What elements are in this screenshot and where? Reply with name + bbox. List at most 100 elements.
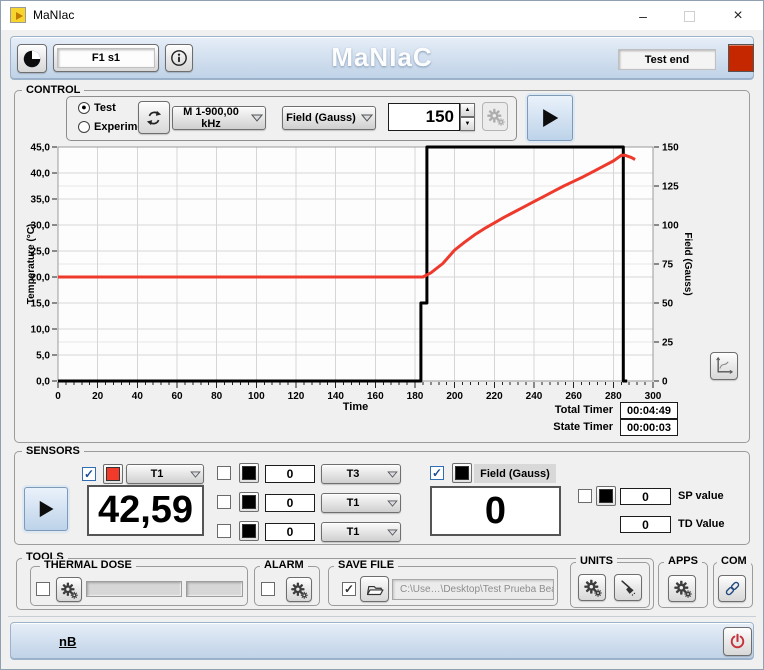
sensor2-color-swatch[interactable] xyxy=(239,463,259,483)
contrast-mode-button[interactable] xyxy=(17,44,47,73)
svg-text:200: 200 xyxy=(446,391,463,402)
sensor1-color-swatch[interactable] xyxy=(103,464,123,484)
units-settings-button[interactable] xyxy=(578,574,606,601)
svg-text:180: 180 xyxy=(407,391,424,402)
field-color-swatch[interactable] xyxy=(452,463,472,483)
svg-text:40: 40 xyxy=(132,391,144,402)
sensors-group-label: SENSORS xyxy=(22,445,84,457)
maximize-icon xyxy=(683,10,695,22)
save-file-label: SAVE FILE xyxy=(334,559,399,571)
apps-settings-button[interactable] xyxy=(668,575,696,602)
svg-text:100: 100 xyxy=(662,221,679,232)
minimize-button[interactable]: – xyxy=(620,1,666,31)
svg-text:Field (Gauss): Field (Gauss) xyxy=(682,232,693,295)
svg-text:125: 125 xyxy=(662,182,679,193)
control-group-label: CONTROL xyxy=(22,84,85,96)
thermal-dose-checkbox[interactable] xyxy=(36,582,50,596)
svg-text:300: 300 xyxy=(645,391,662,402)
sensor2-value-display: 0 xyxy=(265,465,315,483)
svg-text:80: 80 xyxy=(211,391,223,402)
com-link-button[interactable] xyxy=(718,575,746,602)
radio-test[interactable]: ● xyxy=(78,102,90,114)
start-test-button[interactable] xyxy=(527,95,573,141)
cycle-icon xyxy=(146,110,162,125)
application-window: MaNIac – × MaNIaC F1 s1 Test end CONTROL… xyxy=(0,0,764,670)
info-button[interactable] xyxy=(165,44,193,72)
svg-text:35,0: 35,0 xyxy=(31,195,51,206)
power-off-button[interactable] xyxy=(723,627,752,656)
maximize-button[interactable] xyxy=(666,1,712,31)
svg-text:Temperature (°C): Temperature (°C) xyxy=(26,224,37,305)
header-bar: MaNIaC F1 s1 Test end xyxy=(10,36,754,80)
play-icon xyxy=(543,109,559,127)
svg-text:150: 150 xyxy=(662,143,679,154)
sensor4-enable-checkbox[interactable] xyxy=(217,524,231,538)
setpoint-input[interactable]: 150 xyxy=(388,103,460,131)
sensor4-value-display: 0 xyxy=(265,523,315,541)
moon-icon xyxy=(23,50,41,67)
close-icon: × xyxy=(733,7,743,24)
alarm-settings-button[interactable] xyxy=(286,577,312,602)
clear-button[interactable] xyxy=(614,574,642,601)
setpoint-value: 150 xyxy=(425,107,454,126)
sp-value-display: 0 xyxy=(620,488,671,505)
cycle-button[interactable] xyxy=(138,101,170,134)
alarm-checkbox[interactable] xyxy=(261,582,275,596)
sp-color-swatch[interactable] xyxy=(596,486,616,506)
sensor2-enable-checkbox[interactable] xyxy=(217,466,231,480)
chevron-down-icon xyxy=(384,470,400,478)
svg-text:0: 0 xyxy=(662,377,668,388)
com-label: COM xyxy=(717,555,751,567)
status-led xyxy=(728,44,754,72)
sensor1-channel-dropdown[interactable]: T1 xyxy=(126,464,204,484)
status-indicator: Test end xyxy=(618,49,716,70)
browse-file-button[interactable] xyxy=(360,576,389,602)
gear-icon xyxy=(583,578,602,597)
sensors-run-button[interactable] xyxy=(24,487,68,531)
sp-enable-checkbox[interactable] xyxy=(578,489,592,503)
save-path-value: C:\Use…\Desktop\Test Prueba Bea.txt xyxy=(400,584,554,595)
chart-scale-icon xyxy=(716,356,734,374)
preset-input[interactable]: F1 s1 xyxy=(57,48,155,68)
labview-app-icon xyxy=(10,7,26,23)
sensor1-enable-checkbox[interactable]: ✓ xyxy=(82,467,96,481)
setpoint-settings-button xyxy=(482,102,508,131)
svg-text:280: 280 xyxy=(605,391,622,402)
chevron-down-icon xyxy=(384,499,400,507)
svg-text:10,0: 10,0 xyxy=(31,325,51,336)
sensor3-channel-dropdown[interactable]: T1 xyxy=(321,493,401,513)
broom-icon xyxy=(620,580,635,596)
nb-link[interactable]: nB xyxy=(59,634,76,649)
status-label: Test end xyxy=(644,53,690,66)
svg-text:240: 240 xyxy=(526,391,543,402)
svg-text:0: 0 xyxy=(55,391,61,402)
sensor2-channel-dropdown[interactable]: T3 xyxy=(321,464,401,484)
sensor3-color-swatch[interactable] xyxy=(239,492,259,512)
output-type-dropdown[interactable]: Field (Gauss) xyxy=(282,106,376,130)
folder-open-icon xyxy=(366,585,383,595)
svg-text:45,0: 45,0 xyxy=(31,143,51,154)
sensor4-channel-dropdown[interactable]: T1 xyxy=(321,522,401,542)
gear-icon xyxy=(290,581,308,599)
close-button[interactable]: × xyxy=(712,1,764,31)
save-path-input[interactable]: C:\Use…\Desktop\Test Prueba Bea.txt xyxy=(392,579,554,600)
window-title: MaNIac xyxy=(33,8,75,22)
save-file-checkbox[interactable]: ✓ xyxy=(342,582,356,596)
svg-text:20: 20 xyxy=(92,391,104,402)
field-channel-label: Field (Gauss) xyxy=(474,464,556,483)
field-enable-checkbox[interactable]: ✓ xyxy=(430,466,444,480)
thermal-dose-label: THERMAL DOSE xyxy=(40,559,136,571)
sensor3-enable-checkbox[interactable] xyxy=(217,495,231,509)
spinner-up-button[interactable]: ▲ xyxy=(460,103,475,117)
radio-experiment[interactable] xyxy=(78,121,90,133)
spinner-down-button[interactable]: ▼ xyxy=(460,117,475,131)
td-value-label: TD Value xyxy=(678,518,725,530)
thermal-dose-settings-button[interactable] xyxy=(56,577,82,602)
frequency-dropdown[interactable]: M 1-900,00 kHz xyxy=(172,106,266,130)
sp-value-label: SP value xyxy=(678,490,724,502)
chain-link-icon xyxy=(725,581,739,596)
sensor4-color-swatch[interactable] xyxy=(239,521,259,541)
autoscale-button[interactable] xyxy=(710,352,738,380)
total-timer-label: Total Timer xyxy=(554,404,613,416)
svg-text:260: 260 xyxy=(565,391,582,402)
